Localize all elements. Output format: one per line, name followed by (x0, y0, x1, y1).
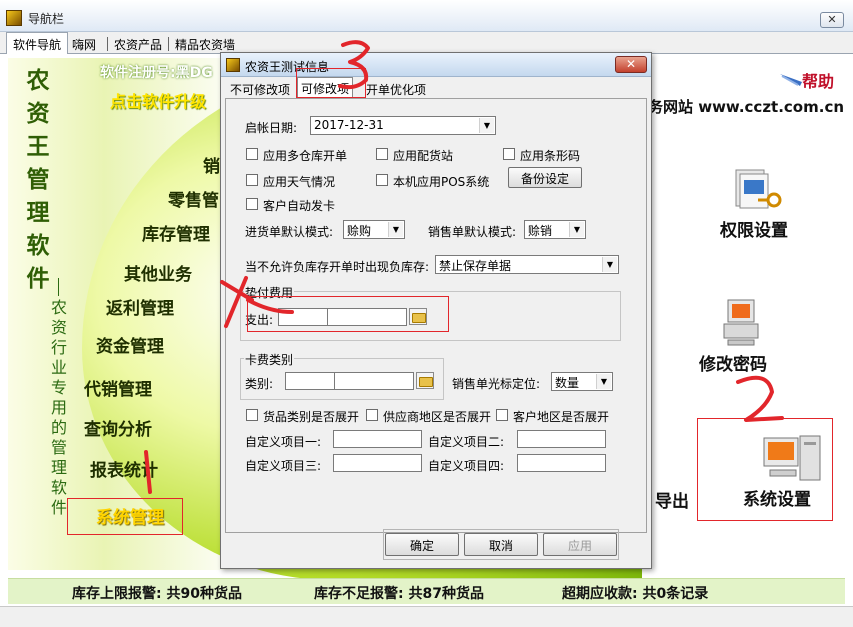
annotation-number-1 (144, 450, 152, 494)
annotation-cross-mark (220, 276, 294, 328)
annotation-overlay (144, 40, 784, 494)
annotation-number-2 (736, 375, 784, 422)
annotation-number-3 (338, 40, 370, 90)
